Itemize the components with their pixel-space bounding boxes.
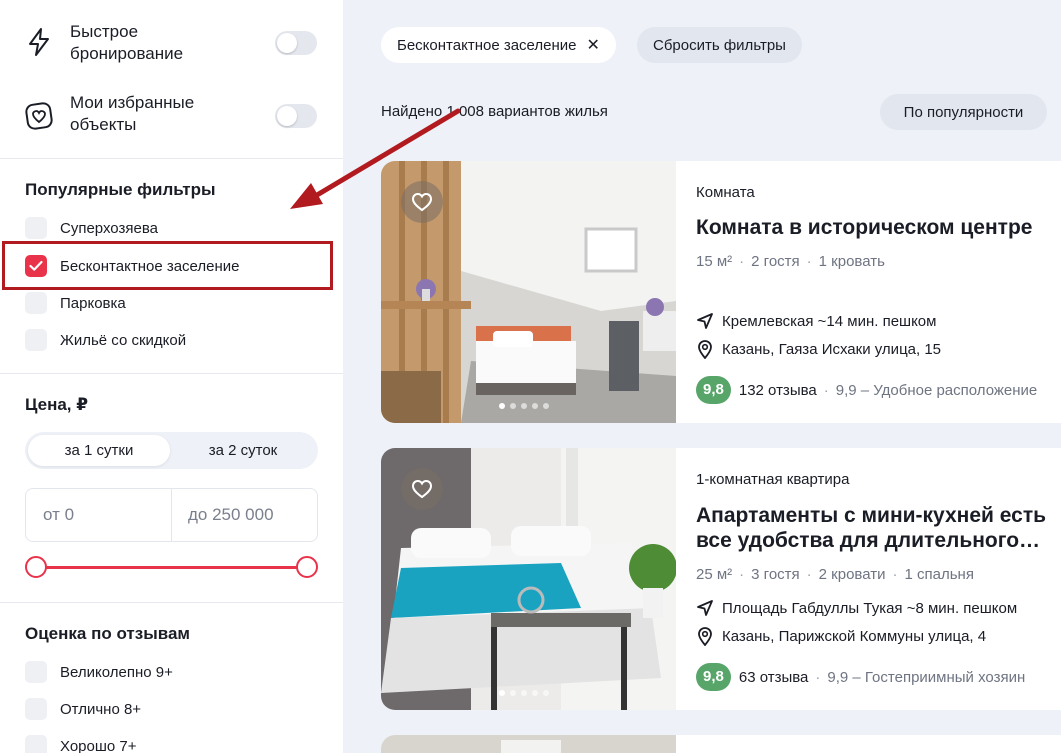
listing-metro: Кремлевская ~14 мин. пешком	[696, 312, 936, 330]
filters-sidebar: Быстрое бронирование Мои избранные объек…	[0, 0, 343, 753]
listing-address: Казань, Парижской Коммуны улица, 4	[696, 626, 986, 646]
favorite-button[interactable]	[401, 468, 443, 510]
checkbox[interactable]	[25, 661, 47, 683]
divider	[0, 602, 343, 603]
active-filter-chip[interactable]: Бесконтактное заселение ✕	[381, 27, 616, 63]
reviews-count: 132 отзыва	[738, 381, 817, 399]
toggle-row-favorites[interactable]: Мои избранные объекты	[24, 93, 324, 134]
price-slider-track[interactable]	[36, 566, 306, 569]
filter-discount[interactable]: Жильё со скидкой	[25, 329, 186, 351]
photo-pagination-dots	[499, 403, 549, 409]
price-period-2-days[interactable]: за 2 суток	[171, 435, 315, 466]
filter-rating-9[interactable]: Великолепно 9+	[25, 661, 173, 683]
listing-meta: 25 м² · 3 гостя · 2 кровати · 1 спальня	[696, 566, 974, 583]
checkbox-label: Суперхозяева	[60, 219, 158, 237]
close-icon[interactable]: ✕	[587, 35, 600, 55]
results-count: Найдено 1 008 вариантов жилья	[381, 103, 608, 120]
checkbox[interactable]	[25, 329, 47, 351]
favorites-switch[interactable]	[275, 104, 317, 128]
filter-superhosts[interactable]: Суперхозяева	[25, 217, 158, 239]
divider	[0, 373, 343, 374]
price-range-inputs: от 0 до 250 000	[25, 488, 318, 542]
checkbox[interactable]	[25, 698, 47, 720]
location-pin-icon	[698, 340, 712, 359]
heart-icon	[24, 101, 54, 131]
location-pin-icon	[698, 627, 712, 646]
rating-badge: 9,8	[696, 663, 731, 691]
price-period-switcher: за 1 сутки за 2 суток	[25, 432, 318, 469]
toggle-row-instant-booking[interactable]: Быстрое бронирование	[24, 22, 324, 63]
heart-icon	[411, 479, 433, 499]
rating-filter-title: Оценка по отзывам	[25, 624, 190, 643]
checkbox-label: Жильё со скидкой	[60, 331, 187, 349]
popular-filters-title: Популярные фильтры	[25, 180, 216, 199]
listing-title[interactable]: Комната в историческом центре	[696, 215, 1061, 240]
filter-parking[interactable]: Парковка	[25, 292, 126, 314]
listing-card-partial[interactable]	[381, 735, 1061, 753]
listing-rating: 9,8 63 отзыва · 9,9 – Гостеприимный хозя…	[696, 663, 1025, 691]
annotation-highlight-box	[2, 241, 333, 290]
reset-filters-button[interactable]: Сбросить фильтры	[637, 27, 802, 63]
listing-photo[interactable]	[381, 448, 676, 710]
listing-rating: 9,8 132 отзыва · 9,9 – Удобное расположе…	[696, 376, 1037, 404]
price-title: Цена, ₽	[25, 395, 89, 414]
listing-photo[interactable]	[381, 161, 676, 423]
listing-card[interactable]: Комната Комната в историческом центре 15…	[381, 161, 1061, 423]
filter-rating-8[interactable]: Отлично 8+	[25, 698, 141, 720]
listing-type: 1-комнатная квартира	[696, 471, 850, 488]
navigation-arrow-icon	[697, 313, 713, 329]
checkbox[interactable]	[25, 735, 47, 753]
instant-booking-switch[interactable]	[275, 31, 317, 55]
checkbox[interactable]	[25, 292, 47, 314]
listing-meta: 15 м² · 2 гостя · 1 кровать	[696, 253, 885, 270]
reviews-count: 63 отзыва	[738, 668, 809, 686]
heart-icon	[411, 192, 433, 212]
checkbox-label: Великолепно 9+	[60, 663, 173, 681]
price-from-input[interactable]: от 0	[43, 505, 74, 525]
lightning-icon	[24, 27, 54, 57]
filter-rating-7[interactable]: Хорошо 7+	[25, 735, 137, 753]
sort-button[interactable]: По популярности	[880, 94, 1047, 130]
checkbox[interactable]	[25, 217, 47, 239]
chip-label: Бесконтактное заселение	[397, 36, 577, 54]
listing-type: Комната	[696, 184, 755, 201]
price-slider-max-handle[interactable]	[296, 556, 318, 578]
toggle-label: Мои избранные объекты	[70, 93, 195, 134]
divider	[0, 158, 343, 159]
photo-pagination-dots	[499, 690, 549, 696]
divider	[171, 489, 172, 541]
price-to-input[interactable]: до 250 000	[188, 505, 274, 525]
rating-highlight: 9,9 – Удобное расположение	[835, 381, 1038, 399]
toggle-label: Быстрое бронирование	[70, 22, 184, 63]
room-photo	[381, 735, 676, 753]
rating-badge: 9,8	[696, 376, 731, 404]
favorite-button[interactable]	[401, 181, 443, 223]
checkbox-label: Парковка	[60, 294, 126, 312]
price-slider-min-handle[interactable]	[25, 556, 47, 578]
checkbox-label: Отлично 8+	[60, 700, 142, 718]
listing-title[interactable]: Апартаменты с мини-кухней есть все удобс…	[696, 503, 1061, 553]
listing-card[interactable]: 1-комнатная квартира Апартаменты с мини-…	[381, 448, 1061, 710]
listing-address: Казань, Гаяза Исхаки улица, 15	[696, 339, 941, 359]
price-period-1-day[interactable]: за 1 сутки	[28, 435, 170, 466]
listing-metro: Площадь Габдуллы Тукая ~8 мин. пешком	[696, 599, 1017, 617]
navigation-arrow-icon	[697, 600, 713, 616]
checkbox-label: Хорошо 7+	[60, 737, 137, 753]
rating-highlight: 9,9 – Гостеприимный хозяин	[827, 668, 1026, 686]
